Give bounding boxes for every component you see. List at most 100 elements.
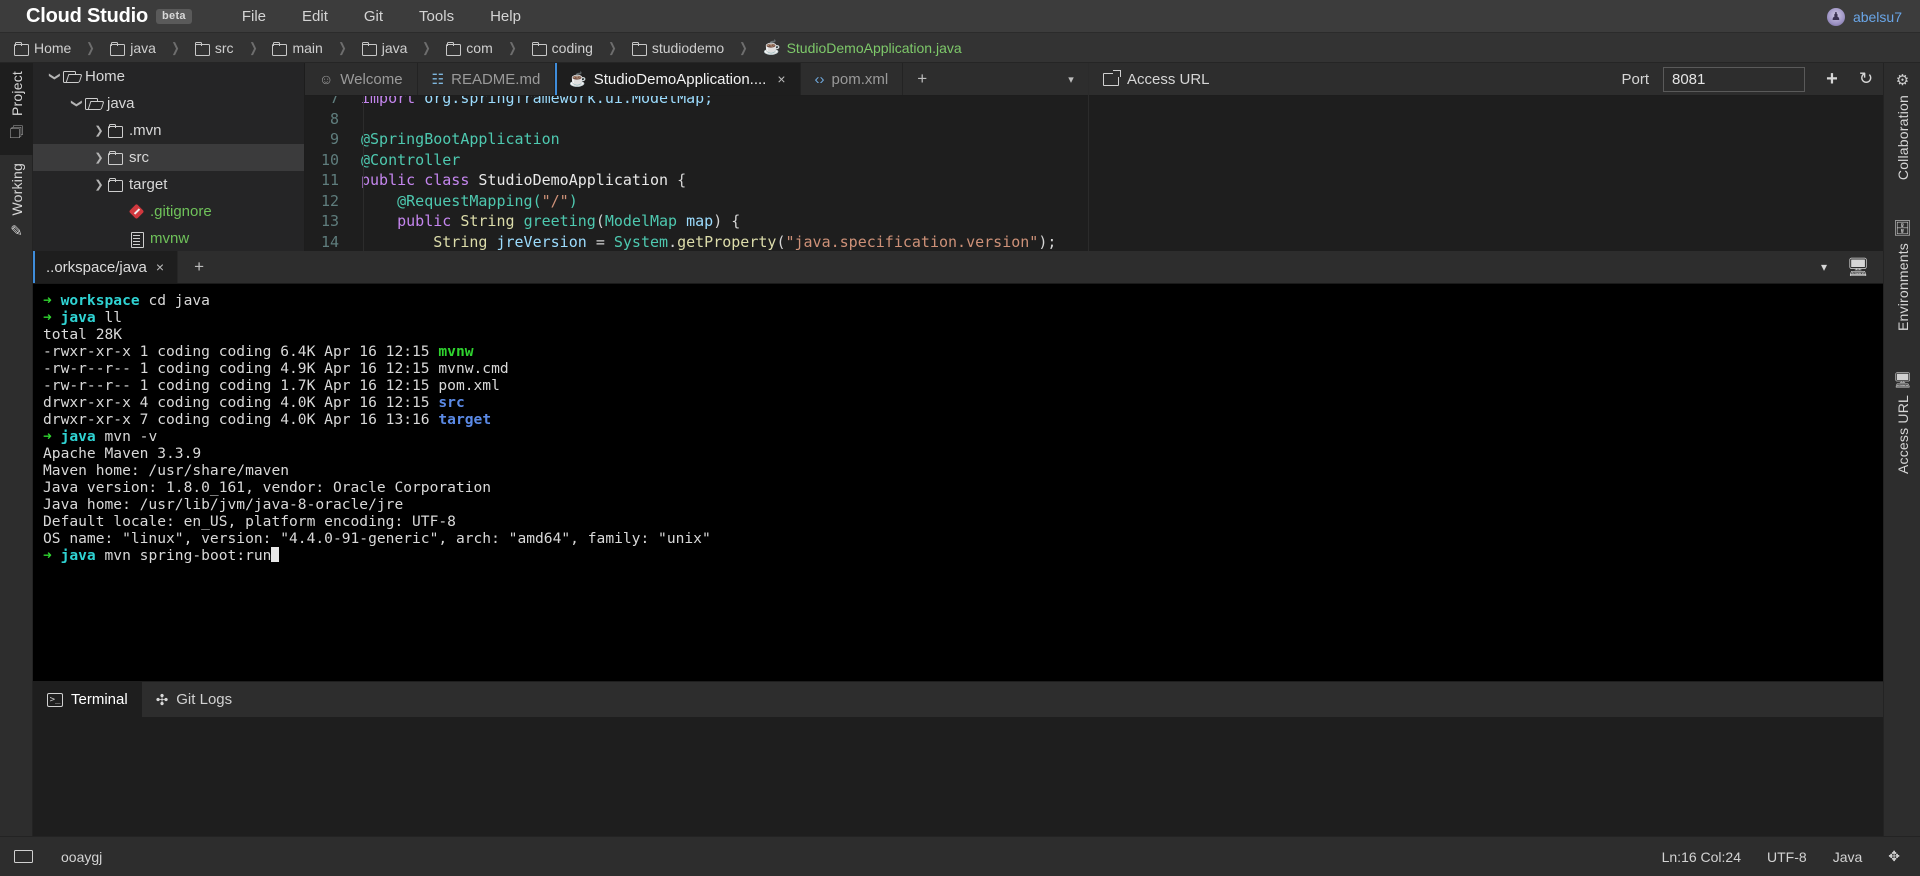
encoding-label[interactable]: UTF-8	[1767, 849, 1807, 865]
bottom-tab-bar: >_ Terminal ✣ Git Logs	[33, 681, 1883, 717]
code-line: 7 import org.springframework.ui.ModelMap;	[305, 96, 1088, 109]
breadcrumb-item-java[interactable]: java	[96, 40, 156, 56]
sidebar-item-project[interactable]: Project 🗇	[0, 63, 33, 155]
breadcrumb-separator: ❯	[171, 39, 180, 55]
tree-item-label: src	[129, 149, 149, 166]
tree-item-gitignore[interactable]: .gitignore	[33, 198, 304, 225]
editor-tab-studiodemoapplication[interactable]: ☕ StudioDemoApplication.... ×	[555, 63, 801, 95]
java-icon: ☕	[569, 70, 587, 87]
close-icon[interactable]: ×	[156, 259, 164, 275]
chevron-right-icon[interactable]: ❯	[91, 178, 107, 191]
code-text: public class StudioDemoApplication {	[361, 171, 687, 189]
menu-help[interactable]: Help	[480, 4, 531, 29]
chevron-right-icon[interactable]: ❯	[91, 151, 107, 164]
terminal-line: OS name: "linux", version: "4.4.0-91-gen…	[43, 530, 711, 547]
refresh-button[interactable]: ↻	[1849, 63, 1883, 96]
gutter-divider	[363, 96, 364, 251]
chevron-down-icon[interactable]: ▾	[1807, 251, 1841, 284]
folder-icon	[107, 151, 123, 165]
tree-item-mvn[interactable]: ❯ .mvn	[33, 117, 304, 144]
tree-item-mvnw[interactable]: mvnw	[33, 225, 304, 251]
xml-icon: ‹›	[814, 70, 825, 88]
tree-item-java[interactable]: ❯ java	[33, 90, 304, 117]
code-text: @SpringBootApplication	[361, 130, 560, 148]
breadcrumb-item-com[interactable]: com	[432, 40, 493, 56]
new-tab-button[interactable]: +	[903, 63, 941, 95]
breadcrumb-item-studiodemo[interactable]: studiodemo	[618, 40, 724, 56]
language-label[interactable]: Java	[1833, 849, 1863, 865]
code-line: 9 @SpringBootApplication	[305, 129, 1088, 150]
line-number: 10	[320, 150, 339, 169]
folder-icon	[107, 124, 123, 138]
tree-item-home[interactable]: ❯ Home	[33, 63, 304, 90]
chevron-down-icon[interactable]: ❯	[49, 69, 62, 85]
line-number: 12	[320, 191, 339, 210]
breadcrumb-item-java[interactable]: java	[348, 39, 408, 56]
code-line: 12 @RequestMapping("/")	[305, 191, 1088, 212]
code-view[interactable]: 7 import org.springframework.ui.ModelMap;…	[305, 96, 1088, 251]
terminal-output[interactable]: ➜ workspace cd java ➜ java ll total 28K -rw…	[33, 284, 1883, 681]
breadcrumb-item-src[interactable]: src	[181, 40, 234, 56]
menu-bar: Cloud Studio beta File Edit Git Tools Help ♟…	[0, 0, 1920, 33]
terminal-header-actions: ▾ 🖥	[1807, 251, 1883, 283]
breadcrumb-item-coding[interactable]: coding	[518, 40, 593, 56]
menu-tools[interactable]: Tools	[409, 4, 464, 29]
chevron-right-icon[interactable]: ❯	[91, 124, 107, 137]
menu-file[interactable]: File	[232, 4, 276, 29]
port-input[interactable]	[1663, 66, 1805, 92]
sidebar-item-working[interactable]: Working ✎	[0, 155, 33, 251]
breadcrumb-separator: ❯	[608, 39, 617, 55]
git-branch-icon[interactable]: ✥	[1888, 848, 1900, 865]
username-label[interactable]: abelsu7	[1853, 9, 1902, 25]
maximize-terminal-icon[interactable]: 🖥	[1841, 251, 1875, 284]
breadcrumb-separator: ❯	[248, 39, 258, 55]
editor-tab-welcome[interactable]: ☺ Welcome	[305, 63, 418, 95]
app-title: Cloud Studio	[26, 4, 149, 27]
breadcrumb-separator: ❯	[508, 39, 517, 55]
terminal-tab-label: ..orkspace/java	[46, 258, 147, 276]
breadcrumb-item-main[interactable]: main	[258, 40, 323, 56]
breadcrumb-label: java	[381, 39, 408, 56]
folder-icon	[14, 41, 29, 56]
breadcrumb-item-home[interactable]: Home	[0, 40, 71, 56]
status-bar: ooaygj Ln:16 Col:24 UTF-8 Java ✥	[0, 836, 1920, 876]
tab-terminal[interactable]: >_ Terminal	[33, 682, 142, 717]
close-icon[interactable]: ×	[777, 71, 785, 87]
editor-tab-readmemd[interactable]: ☷ README.md	[417, 63, 556, 95]
sidebar-item-label: Project	[8, 71, 25, 116]
folder-icon	[631, 41, 647, 56]
folder-icon	[107, 178, 123, 192]
menu-git[interactable]: Git	[354, 4, 393, 29]
menu-edit[interactable]: Edit	[292, 4, 338, 29]
folder-icon	[272, 41, 288, 56]
access-url-icon: 🖥	[1892, 372, 1913, 389]
editor-tab-pomxml[interactable]: ‹› pom.xml	[800, 63, 904, 95]
breadcrumb-label: StudioDemoApplication.java	[786, 39, 962, 56]
line-number: 14	[320, 232, 339, 251]
new-terminal-button[interactable]: +	[178, 251, 220, 283]
cursor-position[interactable]: Ln:16 Col:24	[1662, 849, 1741, 865]
breadcrumb-separator: ❯	[338, 39, 347, 55]
chevron-down-icon[interactable]: ▾	[1054, 63, 1088, 95]
user-area[interactable]: ♟ abelsu7	[1826, 0, 1902, 33]
chevron-down-icon[interactable]: ❯	[71, 96, 84, 112]
file-tree[interactable]: ❯ Home ❯ java ❯ .mvn ❯ src ❯ target .gitignore mvnw	[33, 63, 305, 251]
line-number: 13	[320, 212, 339, 230]
breadcrumb-label: coding	[551, 39, 593, 56]
workspace-icon	[14, 849, 33, 864]
breadcrumb-separator: ❯	[422, 39, 431, 55]
terminal-tab[interactable]: ..orkspace/java ×	[33, 251, 179, 283]
tab-git-logs[interactable]: ✣ Git Logs	[142, 682, 246, 717]
sidebar-item-environments[interactable]: 🗄 Environments	[1884, 211, 1920, 363]
sidebar-item-access-url[interactable]: 🖥 Access URL	[1884, 363, 1920, 493]
breadcrumb-item-studiodemoapplication-java[interactable]: ☕ StudioDemoApplication.java	[749, 39, 962, 56]
access-url-icon	[1103, 69, 1121, 86]
editor-tab-label: README.md	[451, 70, 541, 88]
terminal-line: ➜ java ll	[43, 309, 123, 326]
workspace-name[interactable]: ooaygj	[61, 849, 102, 865]
sidebar-item-collaboration[interactable]: ⚙ Collaboration	[1884, 63, 1920, 211]
add-port-button[interactable]: +	[1815, 63, 1849, 96]
tree-item-target[interactable]: ❯ target	[33, 171, 304, 198]
tree-item-src[interactable]: ❯ src	[33, 144, 304, 171]
document-icon	[129, 231, 144, 248]
